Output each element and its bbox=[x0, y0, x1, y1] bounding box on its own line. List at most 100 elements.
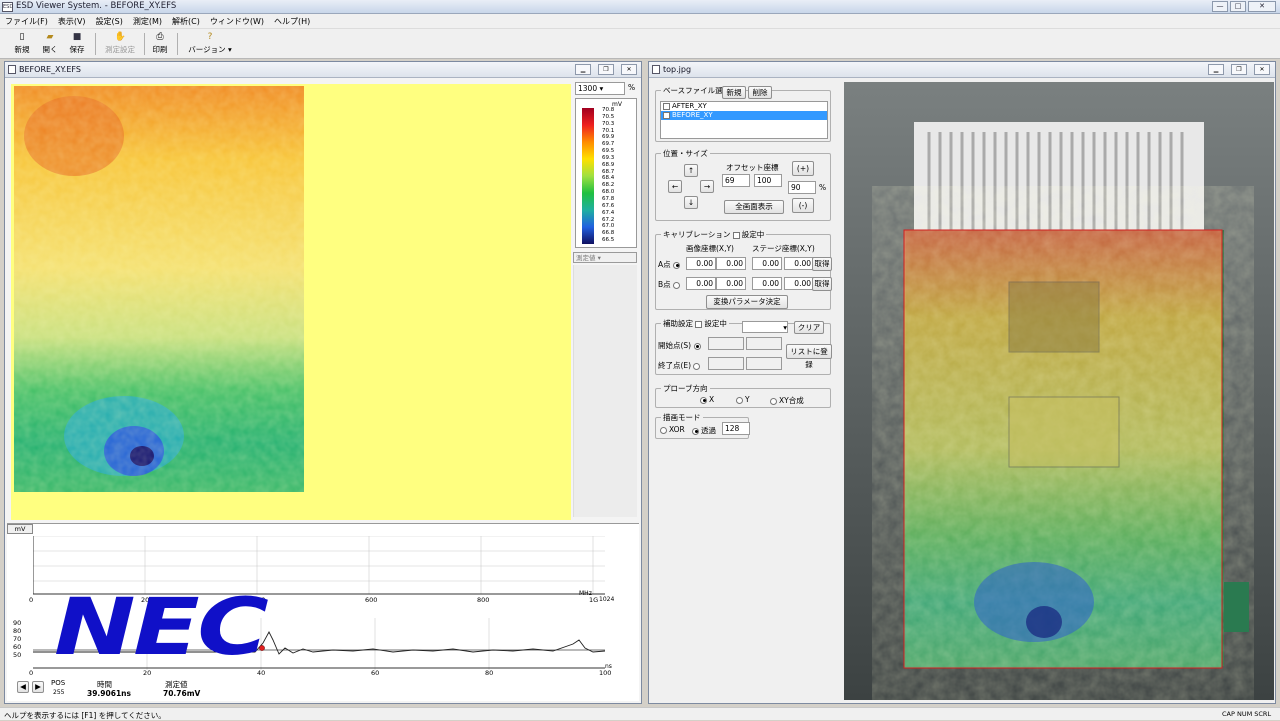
app-icon: ESD bbox=[2, 2, 14, 12]
colorbar-tick: 69.9 bbox=[602, 134, 615, 141]
b-image-y[interactable]: 0.00 bbox=[716, 277, 746, 290]
pos-value: 255 bbox=[53, 689, 65, 696]
waveform-x-tick: 0 bbox=[29, 669, 34, 677]
child-restore-button[interactable]: ❐ bbox=[598, 64, 614, 75]
menu-window[interactable]: ウィンドウ(W) bbox=[205, 14, 269, 29]
aux-select[interactable]: ▾ bbox=[742, 321, 788, 333]
child-restore-button[interactable]: ❐ bbox=[1231, 64, 1247, 75]
b-stage-y[interactable]: 0.00 bbox=[784, 277, 814, 290]
end-point-x[interactable] bbox=[708, 357, 744, 370]
document-icon bbox=[8, 65, 16, 74]
zoom-in-button[interactable]: (+) bbox=[792, 161, 814, 176]
image-coord-label: 画像座標(X,Y) bbox=[686, 244, 734, 253]
waveform-y-tick: 90 bbox=[13, 619, 22, 627]
clear-button[interactable]: クリア bbox=[794, 321, 824, 334]
xor-radio[interactable]: XOR bbox=[660, 425, 685, 434]
a-image-y[interactable]: 0.00 bbox=[716, 257, 746, 270]
menu-measure[interactable]: 測定(M) bbox=[128, 14, 167, 29]
probe-y-radio[interactable]: Y bbox=[736, 395, 750, 404]
a-stage-x[interactable]: 0.00 bbox=[752, 257, 782, 270]
menu-bar: ファイル(F) 表示(V) 設定(S) 測定(M) 解析(C) ウィンドウ(W) ヘルプ(H… bbox=[0, 14, 1280, 29]
move-left-button[interactable]: ← bbox=[668, 180, 682, 193]
child-close-button[interactable]: ✕ bbox=[621, 64, 637, 75]
spectrum-x-tick: 0 bbox=[29, 596, 34, 604]
menu-file[interactable]: ファイル(F) bbox=[0, 14, 53, 29]
version-button[interactable]: ? バージョン ▾ bbox=[182, 32, 238, 55]
point-b-label[interactable]: B点 bbox=[658, 279, 682, 290]
close-button[interactable]: ✕ bbox=[1248, 1, 1276, 12]
menu-settings[interactable]: 設定(S) bbox=[91, 14, 128, 29]
colorbar-tick: 70.3 bbox=[602, 120, 615, 127]
zoom-out-button[interactable]: (-) bbox=[792, 198, 814, 213]
printer-icon: ⎙ bbox=[156, 32, 164, 42]
b-image-x[interactable]: 0.00 bbox=[686, 277, 716, 290]
save-button[interactable]: ■ 保存 bbox=[65, 32, 89, 55]
measure-settings-button[interactable]: ✋ 測定設定 bbox=[100, 32, 140, 55]
probe-x-radio[interactable]: X bbox=[700, 395, 714, 404]
menu-help[interactable]: ヘルプ(H) bbox=[269, 14, 315, 29]
zoom-select[interactable]: 1300 ▾ bbox=[575, 82, 625, 95]
file-item-after[interactable]: AFTER_XY bbox=[661, 102, 827, 111]
start-point-y[interactable] bbox=[746, 337, 782, 350]
point-a-label[interactable]: A点 bbox=[658, 259, 682, 270]
print-button[interactable]: ⎙ 印刷 bbox=[148, 32, 172, 55]
colorbar-tick: 70.8 bbox=[602, 107, 615, 113]
base-new-button[interactable]: 新規 bbox=[722, 86, 746, 99]
child-minimize-button[interactable]: ▁ bbox=[575, 64, 591, 75]
toolbar-separator bbox=[144, 33, 145, 55]
probe-xy-radio[interactable]: XY合成 bbox=[770, 395, 804, 406]
status-help-text: ヘルプを表示するには [F1] を押してください。 bbox=[4, 711, 166, 720]
measure-value-select[interactable]: 測定値 ▾ bbox=[573, 252, 637, 263]
minimize-button[interactable]: — bbox=[1212, 1, 1228, 12]
menu-view[interactable]: 表示(V) bbox=[53, 14, 91, 29]
colorbar-tick: 67.2 bbox=[602, 216, 615, 223]
move-right-button[interactable]: → bbox=[700, 180, 714, 193]
b-stage-x[interactable]: 0.00 bbox=[752, 277, 782, 290]
base-file-list[interactable]: AFTER_XY BEFORE_XY bbox=[660, 101, 828, 139]
spectrum-x-tick: 1G bbox=[589, 596, 599, 604]
fullscreen-button[interactable]: 全画面表示 bbox=[724, 200, 784, 214]
move-down-button[interactable]: ↓ bbox=[684, 196, 698, 209]
calibration-checkbox[interactable] bbox=[732, 231, 740, 239]
prev-pos-button[interactable]: ◀ bbox=[17, 681, 29, 693]
pcb-image-view[interactable] bbox=[844, 82, 1274, 700]
child-close-button[interactable]: ✕ bbox=[1254, 64, 1270, 75]
open-button[interactable]: ▰ 開く bbox=[38, 32, 62, 55]
spectrum-x-unit: MHz bbox=[579, 590, 592, 597]
start-point-x[interactable] bbox=[708, 337, 744, 350]
next-pos-button[interactable]: ▶ bbox=[32, 681, 44, 693]
child-minimize-button[interactable]: ▁ bbox=[1208, 64, 1224, 75]
end-point-y[interactable] bbox=[746, 357, 782, 370]
position-size-group: 位置・サイズ ↑ ← → ↓ オフセット座標 69 100 (+) 90 % (… bbox=[655, 148, 831, 221]
colorbar-tick: 68.2 bbox=[602, 182, 615, 189]
a-image-x[interactable]: 0.00 bbox=[686, 257, 716, 270]
move-up-button[interactable]: ↑ bbox=[684, 164, 698, 177]
transparency-input[interactable]: 128 bbox=[722, 422, 750, 435]
a-stage-y[interactable]: 0.00 bbox=[784, 257, 814, 270]
transform-params-button[interactable]: 変換パラメータ決定 bbox=[706, 295, 788, 309]
waveform-x-unit: ns bbox=[605, 663, 612, 670]
colorbar-tick: 66.5 bbox=[602, 237, 615, 244]
register-list-button[interactable]: リストに登録 bbox=[786, 344, 832, 369]
toolbar-separator bbox=[95, 33, 96, 55]
waveform-y-tick: 80 bbox=[13, 627, 22, 635]
pcb-photo bbox=[844, 82, 1274, 700]
spectrum-x-tick: 800 bbox=[477, 596, 490, 604]
heatmap-canvas[interactable] bbox=[11, 84, 571, 520]
maximize-button[interactable]: □ bbox=[1230, 1, 1246, 12]
image-child-window: top.jpg ▁ ❐ ✕ ベースファイル選択 新規 削除 AFTER_XY B… bbox=[648, 61, 1276, 704]
file-item-before[interactable]: BEFORE_XY bbox=[661, 111, 827, 120]
base-delete-button[interactable]: 削除 bbox=[748, 86, 772, 99]
get-b-button[interactable]: 取得 bbox=[812, 277, 832, 291]
new-button[interactable]: ▯ 新規 bbox=[10, 32, 34, 55]
end-point-label[interactable]: 終了点(E) bbox=[658, 360, 702, 371]
scale-input[interactable]: 90 bbox=[788, 181, 816, 194]
colorbar: mV 70.8 70.5 70.3 70.1 69.9 69.7 69.5 69.3 68.9 6… bbox=[575, 98, 637, 248]
start-point-label[interactable]: 開始点(S) bbox=[658, 340, 703, 351]
offset-x-input[interactable]: 69 bbox=[722, 174, 750, 187]
aux-checkbox[interactable] bbox=[695, 320, 703, 328]
offset-y-input[interactable]: 100 bbox=[754, 174, 782, 187]
transparent-radio[interactable]: 透過 bbox=[692, 425, 716, 436]
get-a-button[interactable]: 取得 bbox=[812, 257, 832, 271]
menu-analysis[interactable]: 解析(C) bbox=[167, 14, 205, 29]
